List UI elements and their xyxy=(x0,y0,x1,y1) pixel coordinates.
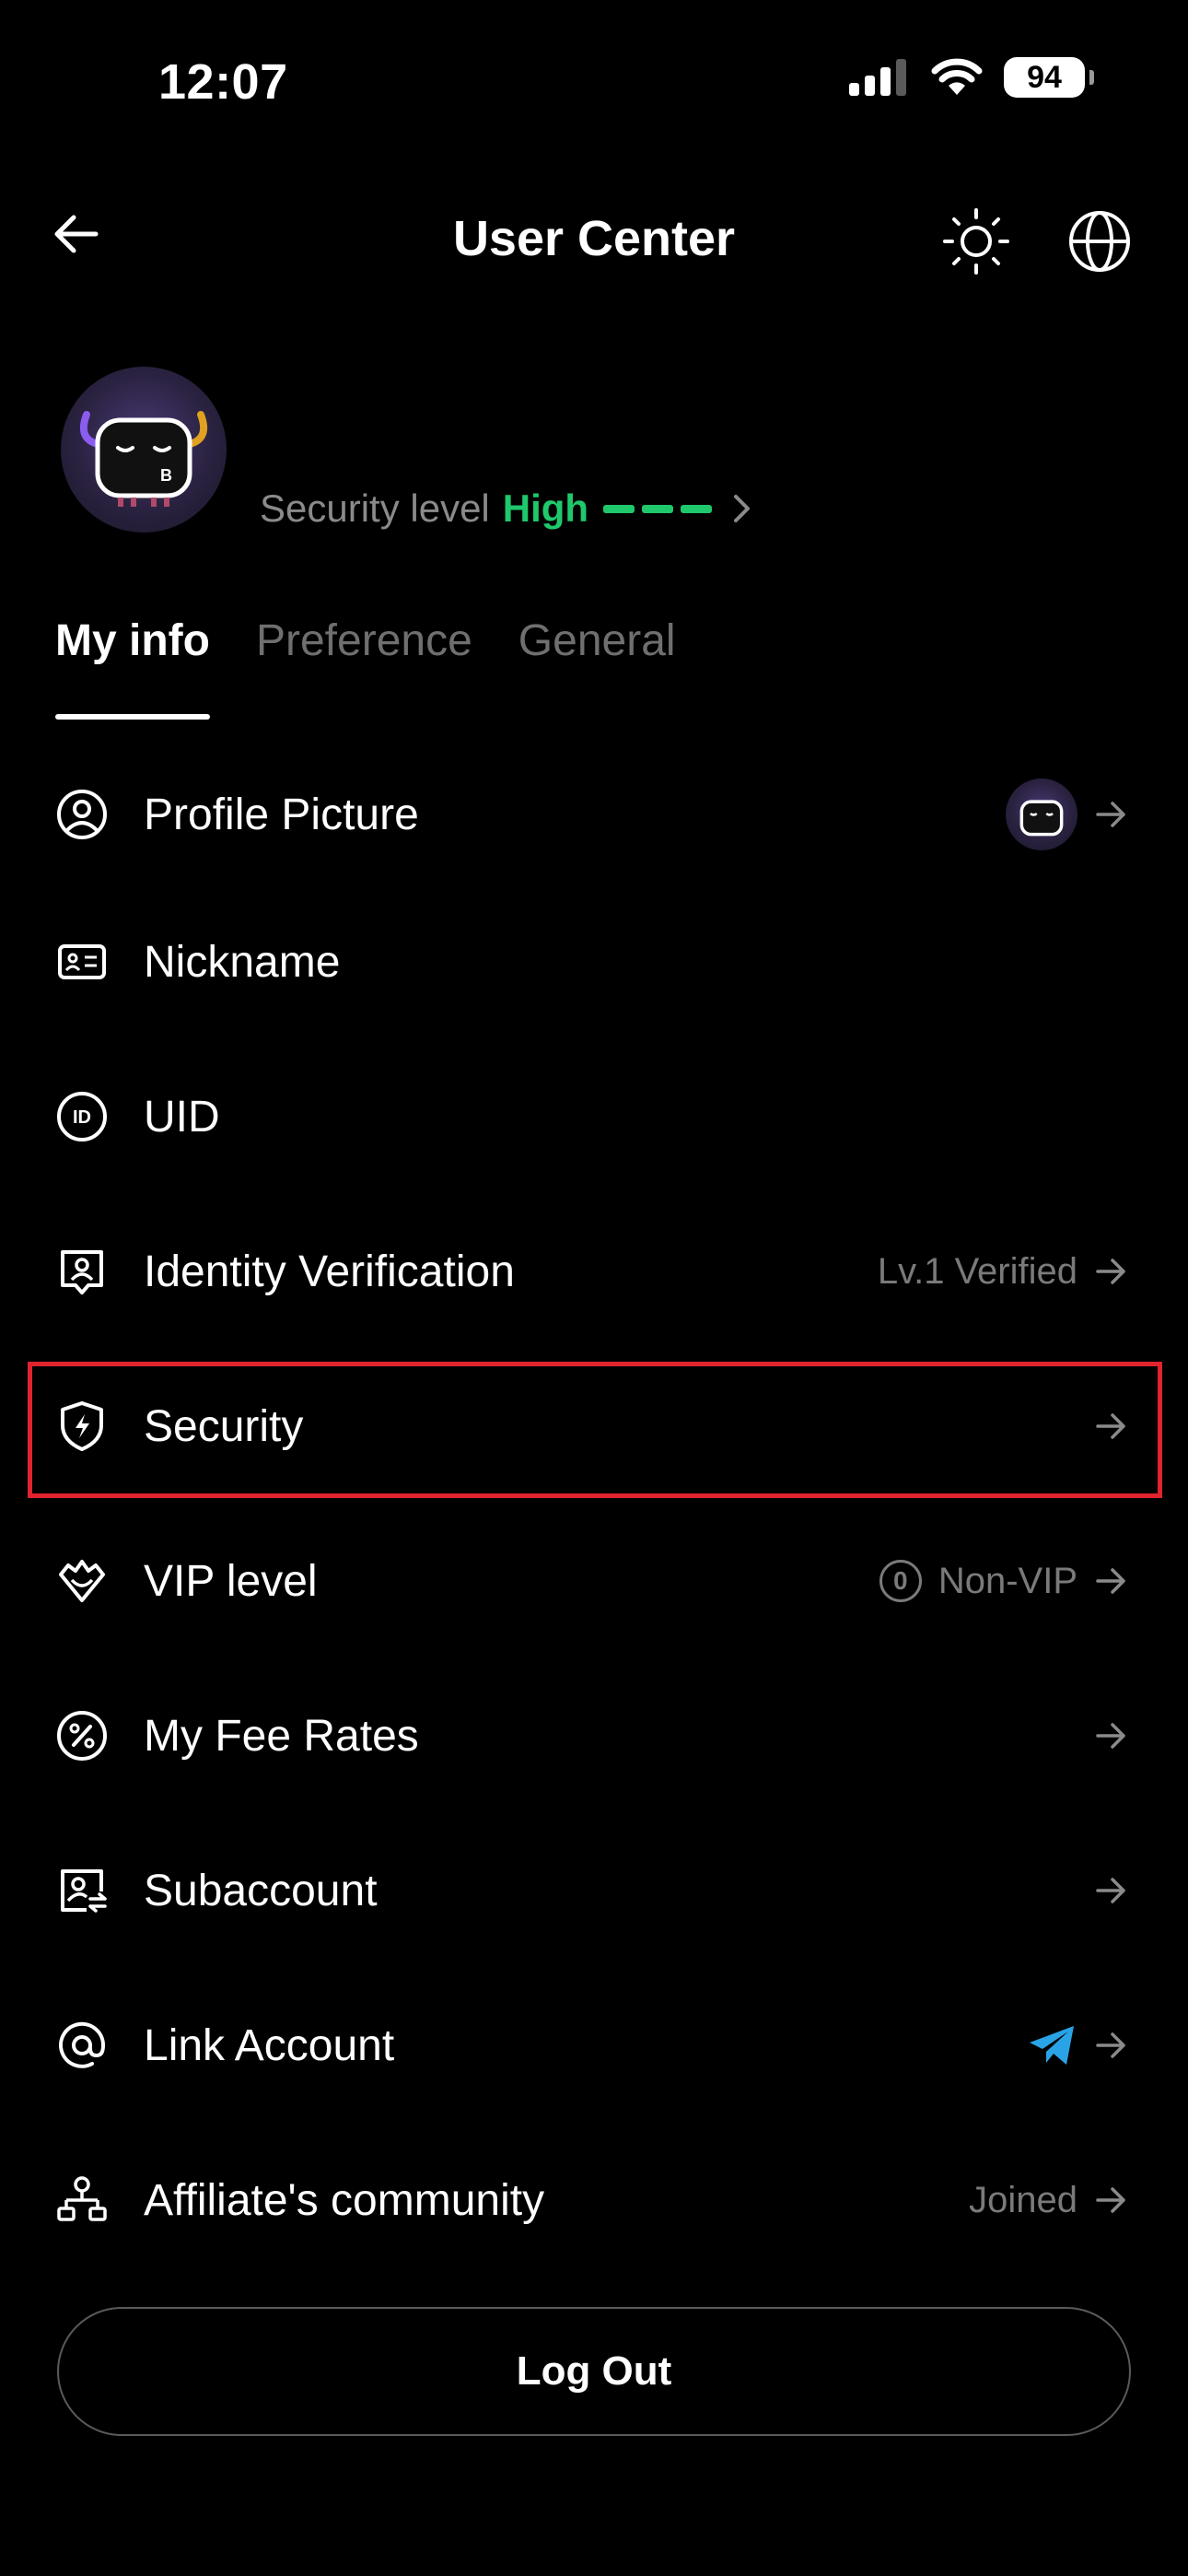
sun-icon[interactable] xyxy=(939,205,1013,278)
security-level-row[interactable]: Security level High xyxy=(260,486,752,531)
profile-picture-thumbnail xyxy=(1006,779,1077,850)
menu-item-label: My Fee Rates xyxy=(144,1711,419,1761)
bull-mascot-icon: B xyxy=(80,411,207,507)
verification-status: Lv.1 Verified xyxy=(877,1250,1077,1292)
vip-level-badge: 0 xyxy=(879,1560,922,1602)
affiliate-status: Joined xyxy=(969,2179,1077,2220)
menu-item-label: UID xyxy=(144,1092,220,1142)
menu-item-label: Identity Verification xyxy=(144,1247,515,1296)
menu-item-label: Nickname xyxy=(144,937,341,987)
battery-level: 94 xyxy=(1027,59,1062,95)
arrow-right-icon xyxy=(1096,1878,1125,1903)
globe-icon[interactable] xyxy=(1066,208,1133,275)
arrow-right-icon xyxy=(1096,1413,1125,1439)
vip-status: Non-VIP xyxy=(938,1560,1077,1601)
tab-my-info[interactable]: My info xyxy=(55,615,210,720)
menu-item-label: Security xyxy=(144,1401,304,1451)
menu-item-label: VIP level xyxy=(144,1556,318,1606)
security-level-bars xyxy=(603,504,713,513)
menu-item-label: Subaccount xyxy=(144,1866,378,1915)
id-badge-icon: ID xyxy=(57,1092,107,1142)
percent-icon xyxy=(57,1711,107,1761)
tab-bar: My info Preference General xyxy=(55,615,676,720)
bull-mascot-icon xyxy=(1019,800,1064,837)
menu-item-nickname[interactable]: Nickname xyxy=(0,884,1188,1039)
menu-item-security[interactable]: Security xyxy=(0,1349,1188,1504)
status-time: 12:07 xyxy=(158,54,288,110)
menu-item-profile-picture[interactable]: Profile Picture xyxy=(0,737,1188,892)
shield-bolt-icon xyxy=(61,1401,103,1451)
identity-icon xyxy=(61,1250,103,1294)
menu-item-affiliates-community[interactable]: Affiliate's community Joined xyxy=(0,2123,1188,2277)
arrow-right-icon xyxy=(1096,1723,1125,1749)
menu-item-label: Profile Picture xyxy=(144,790,419,839)
menu-item-link-account[interactable]: Link Account xyxy=(0,1968,1188,2123)
menu-item-label: Link Account xyxy=(144,2020,395,2070)
battery-indicator: 94 xyxy=(1004,57,1094,98)
tab-preference[interactable]: Preference xyxy=(256,615,472,666)
arrow-right-icon xyxy=(1096,2032,1125,2058)
user-circle-icon xyxy=(57,790,107,839)
tab-general[interactable]: General xyxy=(518,615,676,666)
menu-item-fee-rates[interactable]: My Fee Rates xyxy=(0,1658,1188,1813)
menu-item-identity-verification[interactable]: Identity Verification Lv.1 Verified xyxy=(0,1194,1188,1349)
telegram-icon xyxy=(1030,2026,1074,2065)
arrow-right-icon xyxy=(1096,802,1125,827)
chevron-right-icon xyxy=(734,495,751,522)
arrow-right-icon xyxy=(1096,1259,1125,1284)
avatar[interactable]: B xyxy=(61,367,227,533)
menu-item-uid[interactable]: ID UID xyxy=(0,1039,1188,1194)
network-icon xyxy=(57,2176,107,2221)
cellular-signal-icon xyxy=(849,59,906,96)
menu-item-vip-level[interactable]: VIP level 0 Non-VIP xyxy=(0,1504,1188,1658)
arrow-right-icon xyxy=(1096,1568,1125,1594)
menu-item-subaccount[interactable]: Subaccount xyxy=(0,1813,1188,1968)
avatar-letter: B xyxy=(160,466,172,485)
status-icons: 94 xyxy=(849,57,1094,98)
logout-button[interactable]: Log Out xyxy=(57,2307,1131,2436)
arrow-right-icon xyxy=(1096,2187,1125,2213)
wifi-icon xyxy=(931,58,983,95)
at-icon xyxy=(59,2021,106,2068)
security-level-label: Security level xyxy=(260,486,490,530)
menu-item-label: Affiliate's community xyxy=(144,2175,545,2225)
subaccount-icon xyxy=(61,1869,107,1913)
security-level-value: High xyxy=(502,486,589,530)
id-card-icon xyxy=(58,944,106,979)
svg-text:ID: ID xyxy=(73,1107,91,1128)
diamond-crown-icon xyxy=(59,1560,105,1602)
